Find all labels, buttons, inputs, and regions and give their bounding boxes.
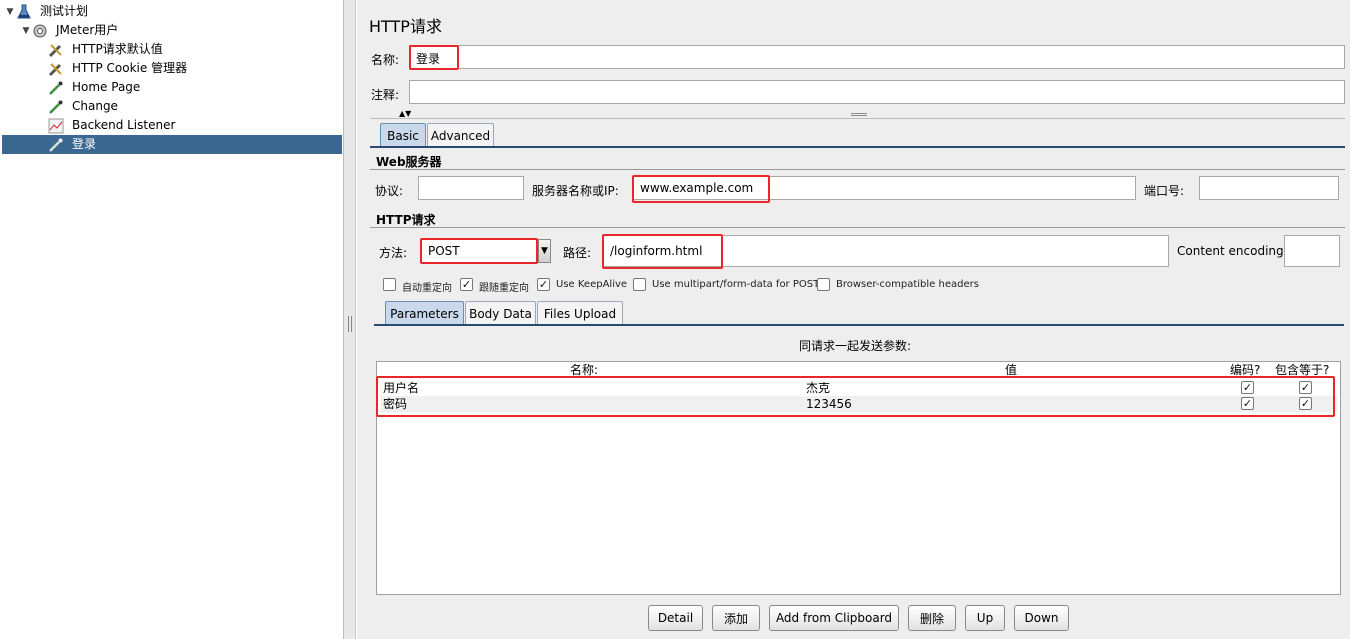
tab-underline xyxy=(374,324,1344,326)
up-button[interactable]: Up xyxy=(965,605,1005,631)
table-row[interactable]: 密码 123456 ✓ ✓ xyxy=(381,396,1337,412)
divider-grip[interactable] xyxy=(851,113,867,116)
wrench-icon xyxy=(48,61,64,77)
tree-item-home-page[interactable]: Home Page xyxy=(48,78,143,97)
test-plan-tree[interactable]: ▼ 测试计划 ▼ JMeter用户 HTTP请求默认值 HTTP Cookie … xyxy=(0,0,344,639)
detail-button[interactable]: Detail xyxy=(648,605,703,631)
protocol-label: 协议: xyxy=(375,184,404,198)
method-select[interactable]: POST xyxy=(421,239,538,263)
add-button[interactable]: 添加 xyxy=(712,605,760,631)
gear-icon xyxy=(32,23,48,39)
section-divider xyxy=(370,169,1345,170)
section-divider xyxy=(370,227,1345,228)
pane-splitter[interactable] xyxy=(344,0,356,639)
tree-item-thread-group[interactable]: ▼ JMeter用户 xyxy=(20,21,121,40)
browser-headers-checkbox[interactable] xyxy=(817,278,830,291)
chart-icon xyxy=(48,118,64,134)
name-label: 名称: xyxy=(371,53,400,67)
pipette-icon xyxy=(48,99,64,115)
param-name[interactable]: 密码 xyxy=(383,396,407,412)
server-field[interactable]: www.example.com xyxy=(633,176,1136,200)
pipette-icon xyxy=(48,137,64,153)
port-field[interactable] xyxy=(1199,176,1339,200)
wrench-icon xyxy=(48,42,64,58)
page-title: HTTP请求 xyxy=(369,17,442,36)
splitter-grip[interactable] xyxy=(348,316,352,332)
pipette-icon xyxy=(48,80,64,96)
encoding-field[interactable] xyxy=(1284,235,1340,267)
param-name[interactable]: 用户名 xyxy=(383,380,419,396)
column-header-value[interactable]: 值 xyxy=(1005,362,1017,378)
flask-icon xyxy=(16,4,32,20)
auto-redirect-checkbox[interactable] xyxy=(383,278,396,291)
browser-headers-label: Browser-compatible headers xyxy=(836,279,979,290)
column-header-encode[interactable]: 编码? xyxy=(1230,362,1260,378)
delete-button[interactable]: 删除 xyxy=(908,605,956,631)
encode-checkbox[interactable]: ✓ xyxy=(1241,381,1254,394)
tab-underline xyxy=(370,146,1345,148)
web-server-section-title: Web服务器 xyxy=(376,155,442,169)
collapse-arrows-icon[interactable]: ▲▼ xyxy=(399,109,411,118)
chevron-down-icon[interactable]: ▼ xyxy=(538,239,551,263)
param-value[interactable]: 杰克 xyxy=(806,380,830,396)
down-button[interactable]: Down xyxy=(1014,605,1069,631)
auto-redirect-label: 自动重定向 xyxy=(402,283,452,294)
port-label: 端口号: xyxy=(1144,184,1185,198)
multipart-label: Use multipart/form-data for POST xyxy=(652,279,820,290)
tab-files-upload[interactable]: Files Upload xyxy=(537,301,623,325)
tree-item-login[interactable]: 登录 xyxy=(2,135,342,154)
keepalive-label: Use KeepAlive xyxy=(556,279,628,290)
http-request-section-title: HTTP请求 xyxy=(376,213,436,227)
column-header-name[interactable]: 名称: xyxy=(570,362,598,378)
protocol-field[interactable] xyxy=(418,176,524,200)
tab-body-data[interactable]: Body Data xyxy=(465,301,536,325)
tab-basic[interactable]: Basic xyxy=(380,123,426,147)
divider xyxy=(370,118,1345,119)
comment-label: 注释: xyxy=(371,88,400,102)
expand-arrow-icon[interactable]: ▼ xyxy=(4,7,16,17)
server-label: 服务器名称或IP: xyxy=(532,184,619,198)
path-field[interactable]: /loginform.html xyxy=(603,235,1169,267)
method-label: 方法: xyxy=(379,246,408,260)
column-header-include[interactable]: 包含等于? xyxy=(1275,362,1329,378)
table-row[interactable]: 用户名 杰克 ✓ ✓ xyxy=(381,380,1337,396)
params-title: 同请求一起发送参数: xyxy=(799,339,912,353)
name-field[interactable]: 登录 xyxy=(409,45,1345,69)
tree-item-cookie-manager[interactable]: HTTP Cookie 管理器 xyxy=(48,59,190,78)
path-label: 路径: xyxy=(563,246,592,260)
tree-item-change[interactable]: Change xyxy=(48,97,121,116)
comment-field[interactable] xyxy=(409,80,1345,104)
encoding-label: Content encoding: xyxy=(1177,244,1288,258)
encode-checkbox[interactable]: ✓ xyxy=(1241,397,1254,410)
include-equals-checkbox[interactable]: ✓ xyxy=(1299,381,1312,394)
add-from-clipboard-button[interactable]: Add from Clipboard xyxy=(769,605,899,631)
follow-redirect-label: 跟随重定向 xyxy=(479,283,529,294)
param-value[interactable]: 123456 xyxy=(806,396,852,412)
include-equals-checkbox[interactable]: ✓ xyxy=(1299,397,1312,410)
parameters-table[interactable]: 名称: 值 编码? 包含等于? 用户名 杰克 ✓ ✓ 密码 123456 ✓ ✓ xyxy=(376,361,1341,595)
tree-item-http-defaults[interactable]: HTTP请求默认值 xyxy=(48,40,166,59)
tab-advanced[interactable]: Advanced xyxy=(427,123,494,147)
multipart-checkbox[interactable] xyxy=(633,278,646,291)
tree-item-test-plan[interactable]: ▼ 测试计划 xyxy=(4,2,91,21)
tree-item-backend-listener[interactable]: Backend Listener xyxy=(48,116,178,135)
follow-redirect-checkbox[interactable]: ✓ xyxy=(460,278,473,291)
tab-parameters[interactable]: Parameters xyxy=(385,301,464,325)
keepalive-checkbox[interactable]: ✓ xyxy=(537,278,550,291)
expand-arrow-icon[interactable]: ▼ xyxy=(20,26,32,36)
